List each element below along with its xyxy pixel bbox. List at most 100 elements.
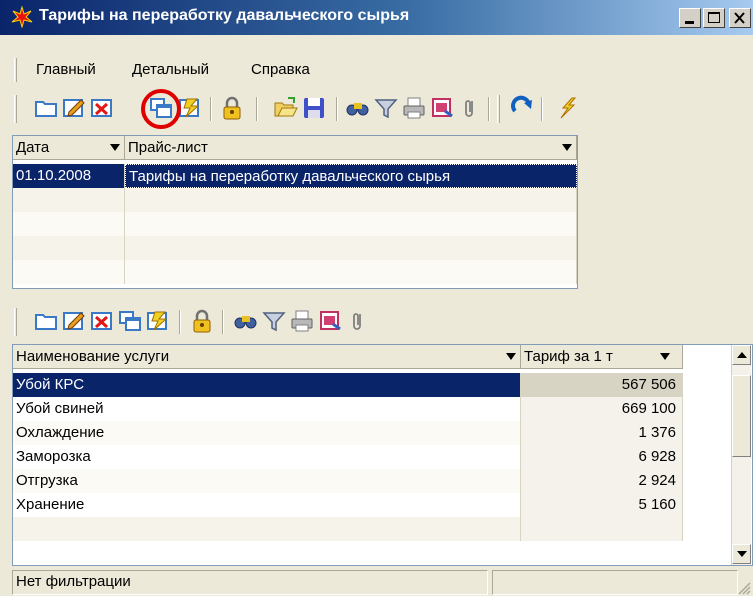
cell-service[interactable]: Заморозка (13, 445, 521, 469)
table-row[interactable]: Отгрузка 2 924 (13, 469, 683, 493)
attach-icon (465, 100, 473, 117)
menu-grip[interactable] (14, 58, 17, 82)
print-button[interactable] (289, 308, 315, 334)
column-header-service[interactable]: Наименование услуги (13, 345, 521, 369)
cell-service[interactable]: Хранение (13, 493, 521, 517)
edit-button[interactable] (61, 308, 87, 334)
table-row[interactable] (13, 236, 577, 260)
dropdown-arrow-icon[interactable] (562, 144, 572, 151)
cell-tariff[interactable]: 5 160 (521, 493, 683, 517)
vertical-scrollbar[interactable] (731, 345, 751, 565)
new-button[interactable] (33, 308, 59, 334)
close-button[interactable] (729, 8, 751, 28)
edit-button[interactable] (61, 95, 87, 121)
toolbar-grip[interactable] (14, 95, 17, 123)
services-grid[interactable]: Наименование услуги Тариф за 1 т Убой КР… (12, 344, 753, 566)
refresh-button[interactable] (145, 308, 171, 334)
resize-grip-icon[interactable] (736, 580, 752, 596)
window-title: Тарифы на переработку давальческого сырь… (39, 7, 410, 24)
print-button[interactable] (401, 95, 427, 121)
table-row[interactable]: Хранение 5 160 (13, 493, 683, 517)
toolbar-grip-2[interactable] (497, 95, 500, 123)
scroll-up-button[interactable] (732, 345, 751, 365)
run-button[interactable] (554, 95, 580, 121)
print-icon (291, 310, 313, 332)
minimize-icon (685, 21, 694, 24)
table-row[interactable] (13, 212, 577, 236)
cell-date[interactable]: 01.10.2008 (13, 164, 125, 188)
table-row[interactable]: Заморозка 6 928 (13, 445, 683, 469)
export-button[interactable] (317, 308, 343, 334)
dropdown-arrow-icon[interactable] (660, 353, 670, 360)
toolbar-grip[interactable] (14, 308, 17, 336)
table-row[interactable]: 01.10.2008 Тарифы на переработку давальч… (13, 164, 577, 188)
toolbar-separator (336, 97, 338, 121)
open-button[interactable] (273, 95, 299, 121)
lock-button[interactable] (219, 95, 245, 121)
toolbar-separator (488, 97, 490, 121)
cell-tariff[interactable]: 669 100 (521, 397, 683, 421)
lock-button[interactable] (189, 308, 215, 334)
cell-tariff[interactable]: 6 928 (521, 445, 683, 469)
column-header-tariff[interactable]: Тариф за 1 т (521, 345, 683, 369)
column-header-label: Наименование услуги (16, 348, 170, 365)
cell-service[interactable] (13, 517, 521, 541)
dropdown-arrow-icon[interactable] (110, 144, 120, 151)
cell-pricelist[interactable] (125, 188, 577, 212)
cell-tariff[interactable]: 1 376 (521, 421, 683, 445)
cell-pricelist[interactable] (125, 236, 577, 260)
new-button[interactable] (33, 95, 59, 121)
cell-service[interactable]: Охлаждение (13, 421, 521, 445)
minimize-button[interactable] (679, 8, 701, 28)
delete-button[interactable] (89, 95, 115, 121)
menu-main[interactable]: Главный (36, 61, 96, 78)
menu-detail[interactable]: Детальный (132, 61, 209, 78)
maximize-button[interactable] (703, 8, 725, 28)
menu-help[interactable]: Справка (251, 61, 310, 78)
filter-button[interactable] (261, 308, 287, 334)
cell-tariff[interactable]: 2 924 (521, 469, 683, 493)
scroll-thumb[interactable] (732, 375, 751, 457)
copy-icon (119, 311, 141, 331)
column-header-date[interactable]: Дата (13, 136, 125, 160)
table-row[interactable]: Убой КРС 567 506 (13, 373, 683, 397)
find-button[interactable] (345, 95, 371, 121)
redo-button[interactable] (510, 95, 536, 121)
title-bar[interactable]: Тарифы на переработку давальческого сырь… (0, 0, 753, 35)
highlight-ring (141, 89, 181, 129)
table-row[interactable]: Охлаждение 1 376 (13, 421, 683, 445)
column-header-pricelist[interactable]: Прайс-лист (125, 136, 577, 160)
export-icon (432, 98, 453, 118)
cell-date[interactable] (13, 212, 125, 236)
export-button[interactable] (429, 95, 455, 121)
attach-button[interactable] (345, 308, 371, 334)
save-button[interactable] (301, 95, 327, 121)
cell-service[interactable]: Отгрузка (13, 469, 521, 493)
cell-date[interactable] (13, 260, 125, 284)
filter-button[interactable] (373, 95, 399, 121)
find-button[interactable] (233, 308, 259, 334)
export-icon (320, 311, 341, 331)
column-header-label: Тариф за 1 т (524, 348, 613, 365)
cell-service[interactable]: Убой КРС (13, 373, 521, 397)
scroll-down-button[interactable] (732, 544, 751, 564)
cell-tariff[interactable] (521, 517, 683, 541)
cell-pricelist[interactable] (125, 212, 577, 236)
cell-date[interactable] (13, 236, 125, 260)
cell-pricelist[interactable]: Тарифы на переработку давальческого сырь… (125, 164, 577, 188)
table-row[interactable]: Убой свиней 669 100 (13, 397, 683, 421)
cell-tariff[interactable]: 567 506 (521, 373, 683, 397)
table-row[interactable] (13, 188, 577, 212)
table-row[interactable] (13, 260, 577, 284)
cell-pricelist[interactable] (125, 260, 577, 284)
redo-icon (511, 95, 532, 113)
dropdown-arrow-icon[interactable] (506, 353, 516, 360)
pricelist-grid[interactable]: Дата Прайс-лист 01.10.2008 Тарифы на пер… (12, 135, 578, 289)
cell-date[interactable] (13, 188, 125, 212)
attach-button[interactable] (457, 95, 483, 121)
table-row[interactable] (13, 517, 683, 541)
delete-button[interactable] (89, 308, 115, 334)
copy-button[interactable] (117, 308, 143, 334)
cell-service[interactable]: Убой свиней (13, 397, 521, 421)
delete-icon (91, 99, 112, 117)
